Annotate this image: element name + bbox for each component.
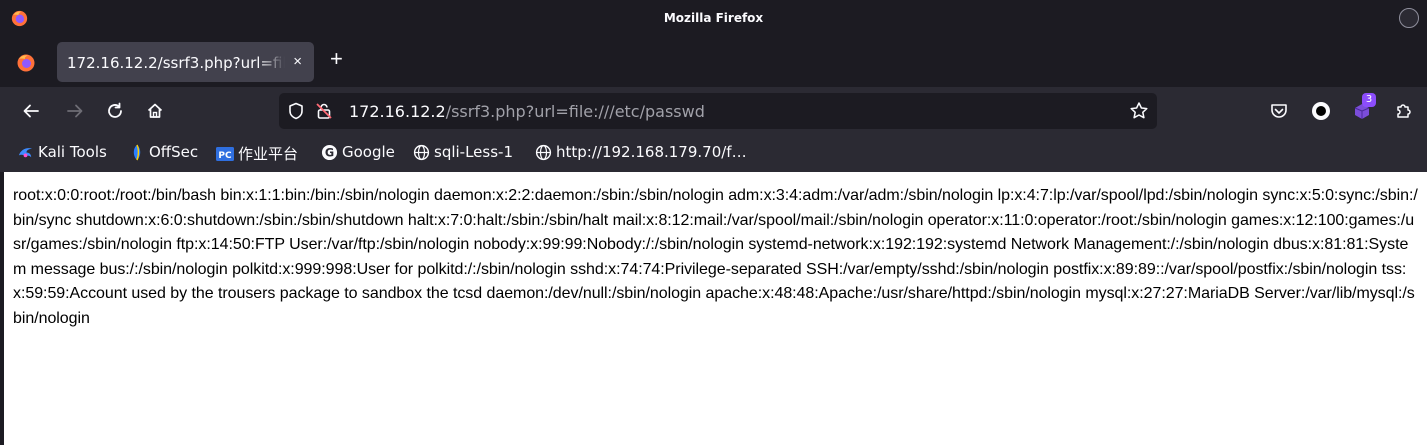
bookmark-label: Kali Tools xyxy=(38,143,107,161)
tab-title: 172.16.12.2/ssrf3.php?url=file:///etc/pa… xyxy=(67,54,285,72)
url-text[interactable]: 172.16.12.2/ssrf3.php?url=file:///etc/pa… xyxy=(349,102,705,121)
app-menu-button[interactable] xyxy=(1392,99,1416,123)
tracking-protection-shield-icon[interactable] xyxy=(287,102,305,120)
bookmark-label: 作业平台 xyxy=(238,145,299,163)
svg-text:PC: PC xyxy=(218,151,232,161)
bookmark-label: OffSec xyxy=(149,143,199,161)
puzzle-icon xyxy=(1397,104,1411,118)
tab-active[interactable]: 172.16.12.2/ssrf3.php?url=file:///etc/pa… xyxy=(57,42,314,82)
globe-icon xyxy=(535,144,552,160)
forward-arrow-icon xyxy=(67,104,83,118)
back-button[interactable] xyxy=(20,100,42,122)
pc-icon: PC xyxy=(216,146,234,161)
bookmark-label: sqli-Less-1 xyxy=(434,143,513,161)
passwd-file-text: root:x:0:0:root:/root:/bin/bash bin:x:1:… xyxy=(13,187,1418,327)
bookmark-homework-platform[interactable]: PC 作业平台 xyxy=(216,143,298,164)
navigation-toolbar: 172.16.12.2/ssrf3.php?url=file:///etc/pa… xyxy=(0,87,1427,134)
reload-icon xyxy=(108,102,122,118)
tab-strip: 172.16.12.2/ssrf3.php?url=file:///etc/pa… xyxy=(0,37,1427,87)
extensions-button[interactable]: 3 xyxy=(1350,93,1376,123)
page-content: root:x:0:0:root:/root:/bin/bash bin:x:1:… xyxy=(4,172,1427,445)
bookmarks-toolbar: Kali Tools OffSec PC 作业平台 G Google sqli-… xyxy=(0,134,1427,172)
insecure-lock-icon[interactable] xyxy=(315,102,333,120)
pocket-icon xyxy=(1271,104,1287,118)
tab-close-icon[interactable]: × xyxy=(293,53,302,70)
offsec-icon xyxy=(133,144,141,160)
globe-icon xyxy=(413,144,430,160)
kali-dragon-icon xyxy=(18,147,33,157)
back-arrow-icon xyxy=(23,104,39,118)
circle-extension-icon xyxy=(1312,102,1330,120)
bookmark-http-192-168-179-70[interactable]: http://192.168.179.70/f… xyxy=(535,143,747,161)
new-tab-button[interactable]: + xyxy=(330,48,343,70)
url-path: /ssrf3.php?url=file:///etc/passwd xyxy=(445,102,705,121)
bookmark-sqli-less-1[interactable]: sqli-Less-1 xyxy=(413,143,513,161)
bookmark-star-icon[interactable] xyxy=(1129,101,1149,121)
extension-badge: 3 xyxy=(1362,93,1376,107)
window-titlebar: Mozilla Firefox xyxy=(0,0,1427,37)
home-icon xyxy=(147,103,163,118)
bookmark-label: Google xyxy=(342,143,395,161)
bookmark-label: http://192.168.179.70/f… xyxy=(556,143,747,161)
bookmark-offsec[interactable]: OffSec xyxy=(129,143,198,161)
forward-button[interactable] xyxy=(64,100,86,122)
home-button[interactable] xyxy=(144,100,166,122)
window-title: Mozilla Firefox xyxy=(663,11,764,25)
google-icon: G xyxy=(321,144,338,160)
extension-dark-reader-button[interactable] xyxy=(1309,99,1333,123)
pocket-button[interactable] xyxy=(1267,99,1291,123)
url-host: 172.16.12.2 xyxy=(349,102,446,121)
url-bar[interactable]: 172.16.12.2/ssrf3.php?url=file:///etc/pa… xyxy=(279,93,1157,129)
firefox-view-icon[interactable] xyxy=(16,53,36,73)
svg-text:G: G xyxy=(325,145,334,159)
bookmark-google[interactable]: G Google xyxy=(321,143,395,161)
reload-button[interactable] xyxy=(104,100,126,122)
window-control-button[interactable] xyxy=(1399,8,1419,28)
bookmark-kali-tools[interactable]: Kali Tools xyxy=(17,143,107,161)
